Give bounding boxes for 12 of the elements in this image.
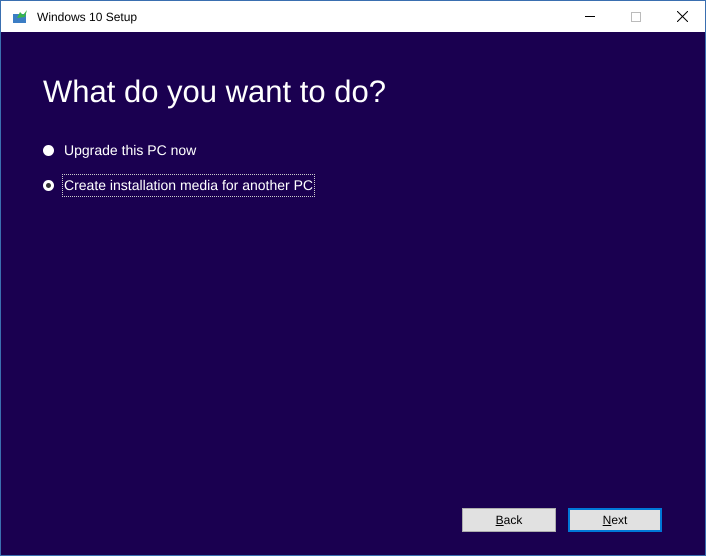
radio-option[interactable]: Upgrade this PC now [43, 140, 198, 161]
window-title: Windows 10 Setup [37, 8, 138, 26]
radio-button[interactable] [43, 145, 54, 156]
radio-button[interactable] [43, 180, 54, 191]
close-icon [676, 11, 688, 22]
page-heading: What do you want to do? [43, 73, 386, 111]
setup-icon [12, 10, 28, 24]
maximize-icon [631, 12, 641, 22]
minimize-icon [585, 16, 595, 17]
dialog-button[interactable]: Next [568, 508, 662, 532]
dialog-button[interactable]: Back [462, 508, 556, 532]
option-label: Upgrade this PC now [63, 141, 198, 160]
